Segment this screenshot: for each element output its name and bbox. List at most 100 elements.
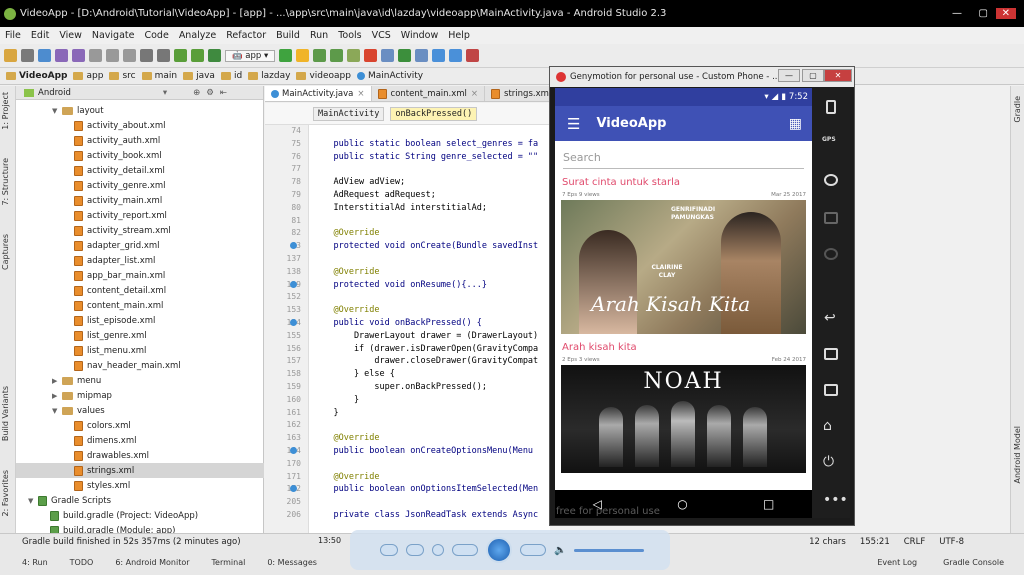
project-view-selector[interactable]: Android ▾ ⊕ ⚙ ⇤ (16, 86, 263, 100)
tool-tab-terminal[interactable]: Terminal (212, 558, 246, 567)
close-icon[interactable]: × (471, 89, 478, 99)
battery-icon[interactable] (826, 100, 836, 114)
card-thumbnail[interactable]: NOAH (561, 365, 806, 473)
menu-file[interactable]: File (0, 30, 26, 41)
recents-icon[interactable] (824, 348, 838, 360)
crumb-videoapp[interactable]: videoapp (296, 71, 351, 81)
tree-file[interactable]: dimens.xml (16, 433, 264, 448)
chevron-right-icon[interactable]: ▶ (52, 377, 62, 385)
tool-tab-favorites[interactable]: 2: Favorites (1, 470, 10, 516)
stop-icon[interactable] (364, 49, 378, 62)
tree-file[interactable]: styles.xml (16, 478, 264, 493)
make-project-icon[interactable] (208, 49, 221, 62)
menu-build[interactable]: Build (271, 30, 305, 41)
profile-icon[interactable] (330, 49, 344, 62)
chevron-down-icon[interactable]: ▾ (163, 88, 167, 98)
tree-file[interactable]: activity_about.xml (16, 118, 264, 133)
tree-file[interactable]: activity_report.xml (16, 208, 264, 223)
breadcrumb-class[interactable]: MainActivity (313, 106, 385, 121)
back-icon[interactable]: ↩ (824, 310, 836, 326)
tree-file[interactable]: nav_header_main.xml (16, 358, 264, 373)
tree-file[interactable]: list_menu.xml (16, 343, 264, 358)
code-editor[interactable]: public static boolean select_genres = fa… (309, 125, 550, 533)
sync-icon[interactable]: ⊕ (193, 88, 200, 98)
debug-icon[interactable] (313, 49, 327, 62)
open-icon[interactable] (4, 49, 17, 62)
run-config-select[interactable]: 🤖 app ▾ (225, 49, 276, 62)
tree-file[interactable]: activity_book.xml (16, 148, 264, 163)
cut-icon[interactable] (89, 49, 102, 62)
file-encoding[interactable]: UTF-8 (939, 537, 964, 547)
home-icon[interactable]: ⌂ (823, 418, 832, 434)
chevron-down-icon[interactable]: ▼ (28, 497, 38, 505)
play-button[interactable] (486, 537, 512, 563)
tool-tab-messages[interactable]: 0: Messages (267, 558, 317, 567)
tree-file[interactable]: build.gradle (Project: VideoApp) (16, 508, 264, 523)
maximize-button[interactable]: ▢ (802, 69, 824, 82)
tool-tab-build-variants[interactable]: Build Variants (1, 386, 10, 441)
tool-tab-todo[interactable]: TODO (70, 558, 94, 567)
attach-debugger-icon[interactable] (347, 49, 361, 62)
tree-file[interactable]: activity_stream.xml (16, 223, 264, 238)
tool-tab-android-monitor[interactable]: 6: Android Monitor (115, 558, 189, 567)
tree-file[interactable]: list_episode.xml (16, 313, 264, 328)
tool-tab-gradle[interactable]: Gradle (1013, 96, 1022, 123)
card-title[interactable]: Surat cinta untuk starla (562, 177, 812, 188)
tool-tab-structure[interactable]: 7: Structure (1, 158, 10, 206)
tree-file[interactable]: adapter_grid.xml (16, 238, 264, 253)
redo-icon[interactable] (72, 49, 85, 62)
sdk-manager-icon[interactable] (432, 49, 446, 62)
chevron-right-icon[interactable]: ▶ (52, 392, 62, 400)
tree-file[interactable]: activity_detail.xml (16, 163, 264, 178)
apply-changes-icon[interactable] (296, 49, 310, 62)
crumb-app[interactable]: app (73, 71, 103, 81)
card-title[interactable]: Arah kisah kita (562, 342, 812, 353)
tree-file[interactable]: content_main.xml (16, 298, 264, 313)
override-marker-icon[interactable] (290, 280, 297, 288)
menu-tools[interactable]: Tools (333, 30, 366, 41)
tab-content-main-xml[interactable]: content_main.xml × (372, 86, 486, 101)
avd-manager-icon[interactable] (381, 49, 395, 62)
menu-vcs[interactable]: VCS (367, 30, 396, 41)
undo-icon[interactable] (55, 49, 68, 62)
tree-file[interactable]: list_genre.xml (16, 328, 264, 343)
tree-folder[interactable]: ▶ mipmap (16, 388, 264, 403)
crumb-id[interactable]: id (220, 71, 242, 81)
close-icon[interactable]: × (357, 89, 364, 99)
power-icon[interactable]: ⏻ (823, 454, 834, 470)
tree-file[interactable]: app_bar_main.xml (16, 268, 264, 283)
card-thumbnail[interactable]: GENRIFINADI PAMUNGKAS CLAIRINE CLAY Arah… (561, 200, 806, 334)
menu-help[interactable]: Help (443, 30, 475, 41)
chevron-down-icon[interactable]: ▼ (52, 407, 62, 415)
recents-icon[interactable]: □ (763, 497, 774, 511)
paste-icon[interactable] (123, 49, 136, 62)
hide-panel-icon[interactable]: ⇤ (220, 88, 227, 98)
tree-file[interactable]: adapter_list.xml (16, 253, 264, 268)
override-marker-icon[interactable] (290, 319, 297, 326)
minimize-button[interactable]: — (952, 8, 962, 19)
home-icon[interactable]: ○ (677, 497, 687, 511)
tool-tab-run[interactable]: 4: Run (22, 558, 48, 567)
grid-view-icon[interactable]: ▦ (789, 116, 802, 132)
run-icon[interactable] (279, 49, 293, 62)
menu-view[interactable]: View (54, 30, 87, 41)
menu-window[interactable]: Window (396, 30, 443, 41)
tree-file[interactable]: ▼ Gradle Scripts (16, 493, 264, 508)
stop-icon[interactable] (432, 544, 444, 556)
line-separator[interactable]: CRLF (904, 537, 925, 547)
tab-strings-xml[interactable]: strings.xml (485, 86, 559, 101)
gear-icon[interactable]: ⚙ (206, 88, 214, 98)
tool-tab-gradle-console[interactable]: Gradle Console (943, 558, 1004, 567)
menu-analyze[interactable]: Analyze (174, 30, 221, 41)
tree-file[interactable]: drawables.xml (16, 448, 264, 463)
gps-label[interactable]: GPS (822, 136, 836, 143)
menu-refactor[interactable]: Refactor (221, 30, 271, 41)
menu-icon[interactable]: ☰ (567, 115, 580, 133)
genymotion-icon[interactable] (466, 49, 480, 62)
tree-file[interactable]: activity_main.xml (16, 193, 264, 208)
tool-tab-android-model[interactable]: Android Model (1013, 426, 1022, 484)
menu-run[interactable]: Run (305, 30, 333, 41)
override-marker-icon[interactable] (290, 447, 297, 454)
next-icon[interactable] (520, 544, 546, 556)
crumb-src[interactable]: src (109, 71, 136, 81)
